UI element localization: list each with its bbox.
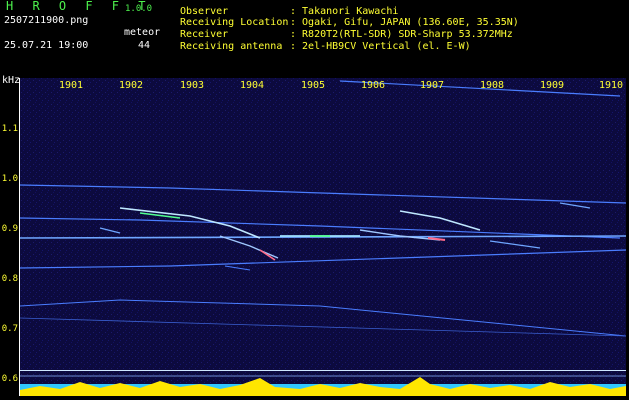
x-tick-1906: 1906 bbox=[361, 80, 386, 91]
spectrogram-canvas bbox=[19, 78, 627, 396]
meteor-label: meteor bbox=[124, 27, 161, 38]
y-axis-line bbox=[19, 78, 20, 396]
location-value: : Ogaki, Gifu, JAPAN (136.60E, 35.35N) bbox=[290, 17, 519, 28]
x-tick-1910: 1910 bbox=[599, 80, 624, 91]
x-tick-1901: 1901 bbox=[59, 80, 84, 91]
observer-value: : Takanori Kawachi bbox=[290, 6, 399, 17]
antenna-label: Receiving antenna bbox=[180, 41, 283, 52]
x-tick-1908: 1908 bbox=[480, 80, 505, 91]
y-tick-0-8: 0.8 bbox=[1, 274, 18, 284]
y-tick-0-6: 0.6 bbox=[1, 374, 18, 384]
x-tick-1904: 1904 bbox=[240, 80, 265, 91]
spectrogram bbox=[19, 78, 627, 396]
receiver-label: Receiver bbox=[180, 29, 229, 40]
receiver-value: : R820T2(RTL-SDR) SDR-Sharp 53.372MHz bbox=[290, 29, 513, 40]
x-tick-1903: 1903 bbox=[180, 80, 205, 91]
antenna-value: : 2el-HB9CV Vertical (el. E-W) bbox=[290, 41, 471, 52]
meteor-count: 44 bbox=[138, 40, 151, 51]
date-time: 25.07.21 19:00 bbox=[4, 40, 89, 51]
x-tick-1909: 1909 bbox=[540, 80, 565, 91]
y-tick-1-1: 1.1 bbox=[1, 124, 18, 134]
file-name: 2507211900.png bbox=[4, 15, 89, 26]
observer-label: Observer bbox=[180, 6, 229, 17]
x-tick-1905: 1905 bbox=[301, 80, 326, 91]
version-label: 1.0.0 bbox=[125, 4, 153, 14]
y-tick-0-7: 0.7 bbox=[1, 324, 18, 334]
location-label: Receiving Location bbox=[180, 17, 289, 28]
y-tick-1-0: 1.0 bbox=[1, 174, 18, 184]
y-tick-0-9: 0.9 bbox=[1, 224, 18, 234]
axis-unit-label: kHz bbox=[2, 75, 21, 86]
x-tick-1902: 1902 bbox=[119, 80, 144, 91]
x-tick-1907: 1907 bbox=[420, 80, 445, 91]
